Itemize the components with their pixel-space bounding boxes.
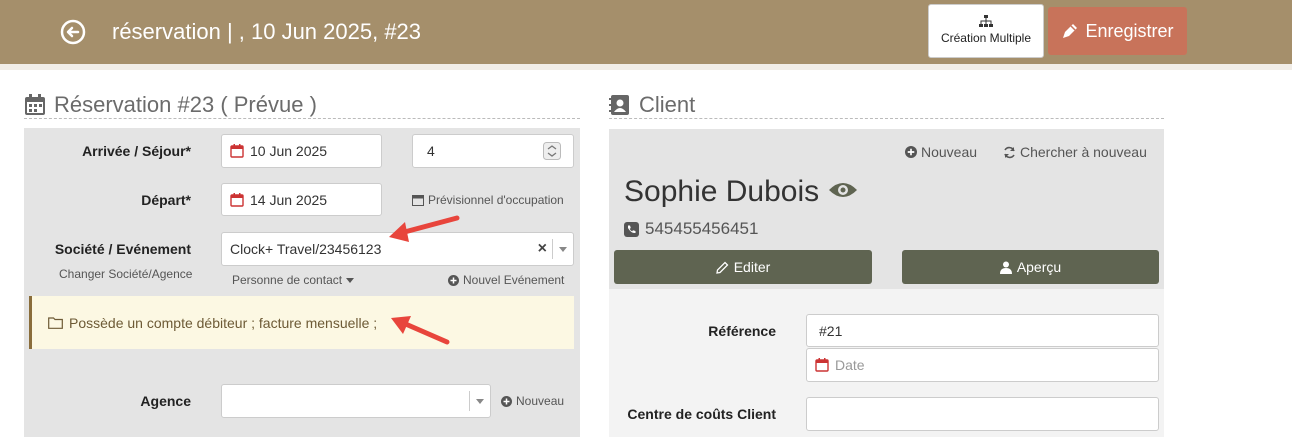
chevron-down-icon[interactable]: [559, 247, 567, 252]
preview-client-label: Aperçu: [1016, 259, 1062, 275]
departure-label: Départ*: [141, 192, 191, 208]
nights-stepper[interactable]: 4: [412, 134, 574, 168]
client-phone: 545455456451: [624, 219, 758, 239]
reservation-title-text: Réservation #23 ( Prévue ): [54, 92, 317, 117]
alert-text: Possède un compte débiteur ; facture men…: [69, 314, 378, 331]
client-name: Sophie Dubois: [624, 175, 820, 208]
departure-date-input[interactable]: 14 Jun 2025: [221, 183, 382, 216]
reference-date-input[interactable]: Date: [806, 348, 1159, 382]
folder-icon: [48, 316, 63, 329]
select-divider: [552, 239, 553, 259]
select-divider: [469, 391, 470, 411]
edit-client-label: Editer: [733, 259, 771, 275]
save-label: Enregistrer: [1085, 20, 1174, 41]
account-alert: Possède un compte débiteur ; facture men…: [29, 296, 574, 349]
plus-circle-icon: [501, 395, 512, 407]
annotation-arrow: [389, 215, 460, 242]
annotation-arrow: [391, 316, 450, 345]
client-title-text: Client: [639, 92, 696, 117]
plus-circle-icon: [448, 274, 459, 286]
reservation-section-title: Réservation #23 ( Prévue ): [24, 92, 317, 118]
arrival-date-value: 10 Jun 2025: [250, 143, 328, 159]
back-arrow-icon[interactable]: [60, 19, 86, 45]
chevron-down-icon[interactable]: [476, 399, 484, 404]
preview-client-button[interactable]: Aperçu: [902, 250, 1159, 284]
new-agency-link[interactable]: Nouveau: [501, 394, 564, 408]
user-icon: [999, 261, 1012, 274]
agency-select[interactable]: [221, 384, 491, 418]
client-section-title: Client: [609, 92, 695, 118]
company-label: Société / Evénement: [54, 241, 191, 257]
agency-label: Agence: [140, 393, 191, 409]
calendar-icon: [230, 192, 244, 207]
calendar-small-icon: [412, 195, 424, 206]
reference-value: #21: [819, 322, 843, 339]
calendar-icon: [230, 144, 244, 158]
new-event-link[interactable]: Nouvel Evénement: [448, 273, 564, 287]
search-again-link[interactable]: Chercher à nouveau: [1003, 144, 1147, 160]
nights-value: 4: [427, 143, 435, 159]
save-button[interactable]: Enregistrer: [1048, 7, 1187, 55]
clear-selection-icon[interactable]: ×: [538, 240, 547, 258]
divider: [609, 118, 1164, 119]
edit-client-button[interactable]: Editer: [614, 250, 872, 284]
new-event-text: Nouvel Evénement: [463, 273, 565, 287]
page-title: réservation | , 10 Jun 2025, #23: [112, 19, 422, 44]
reference-input[interactable]: #21: [806, 314, 1159, 347]
calendar-icon: [25, 94, 45, 115]
sitemap-icon: [979, 15, 993, 27]
new-client-text: Nouveau: [921, 144, 978, 160]
change-company-link[interactable]: Changer Société/Agence: [59, 267, 192, 281]
caret-down-icon: [346, 277, 355, 283]
pen-icon: [1063, 24, 1078, 38]
cost-center-label: Centre de coûts Client: [627, 406, 776, 422]
new-client-link[interactable]: Nouveau: [905, 144, 977, 160]
stepper-arrows-icon[interactable]: [543, 142, 561, 160]
contact-person-dropdown[interactable]: Personne de contact: [232, 273, 355, 287]
search-again-text: Chercher à nouveau: [1020, 144, 1147, 160]
forecast-occupancy-link[interactable]: Prévisionnel d'occupation: [412, 193, 564, 207]
forecast-occupancy-text: Prévisionnel d'occupation: [428, 193, 564, 207]
new-agency-text: Nouveau: [516, 394, 565, 408]
arrival-date-input[interactable]: 10 Jun 2025: [221, 134, 382, 168]
plus-circle-icon: [905, 146, 917, 158]
arrival-label: Arrivée / Séjour*: [82, 143, 191, 159]
calendar-icon: [815, 358, 829, 372]
contact-person-text: Personne de contact: [232, 273, 343, 287]
cost-center-input[interactable]: [806, 397, 1159, 431]
date-placeholder: Date: [835, 357, 865, 373]
contact-book-icon: [609, 95, 629, 115]
header-shadow: [0, 64, 1292, 70]
multi-creation-label: Création Multiple: [940, 31, 1032, 45]
pencil-icon: [715, 261, 729, 274]
client-phone-number: 545455456451: [645, 219, 759, 238]
departure-date-value: 14 Jun 2025: [250, 191, 328, 208]
company-value: Clock+ Travel/23456123: [230, 241, 382, 257]
phone-icon: [624, 221, 639, 237]
divider: [24, 118, 580, 119]
multi-creation-button[interactable]: Création Multiple: [928, 4, 1044, 58]
eye-icon[interactable]: [828, 180, 858, 200]
reference-label: Référence: [708, 323, 776, 339]
refresh-icon: [1004, 146, 1015, 158]
